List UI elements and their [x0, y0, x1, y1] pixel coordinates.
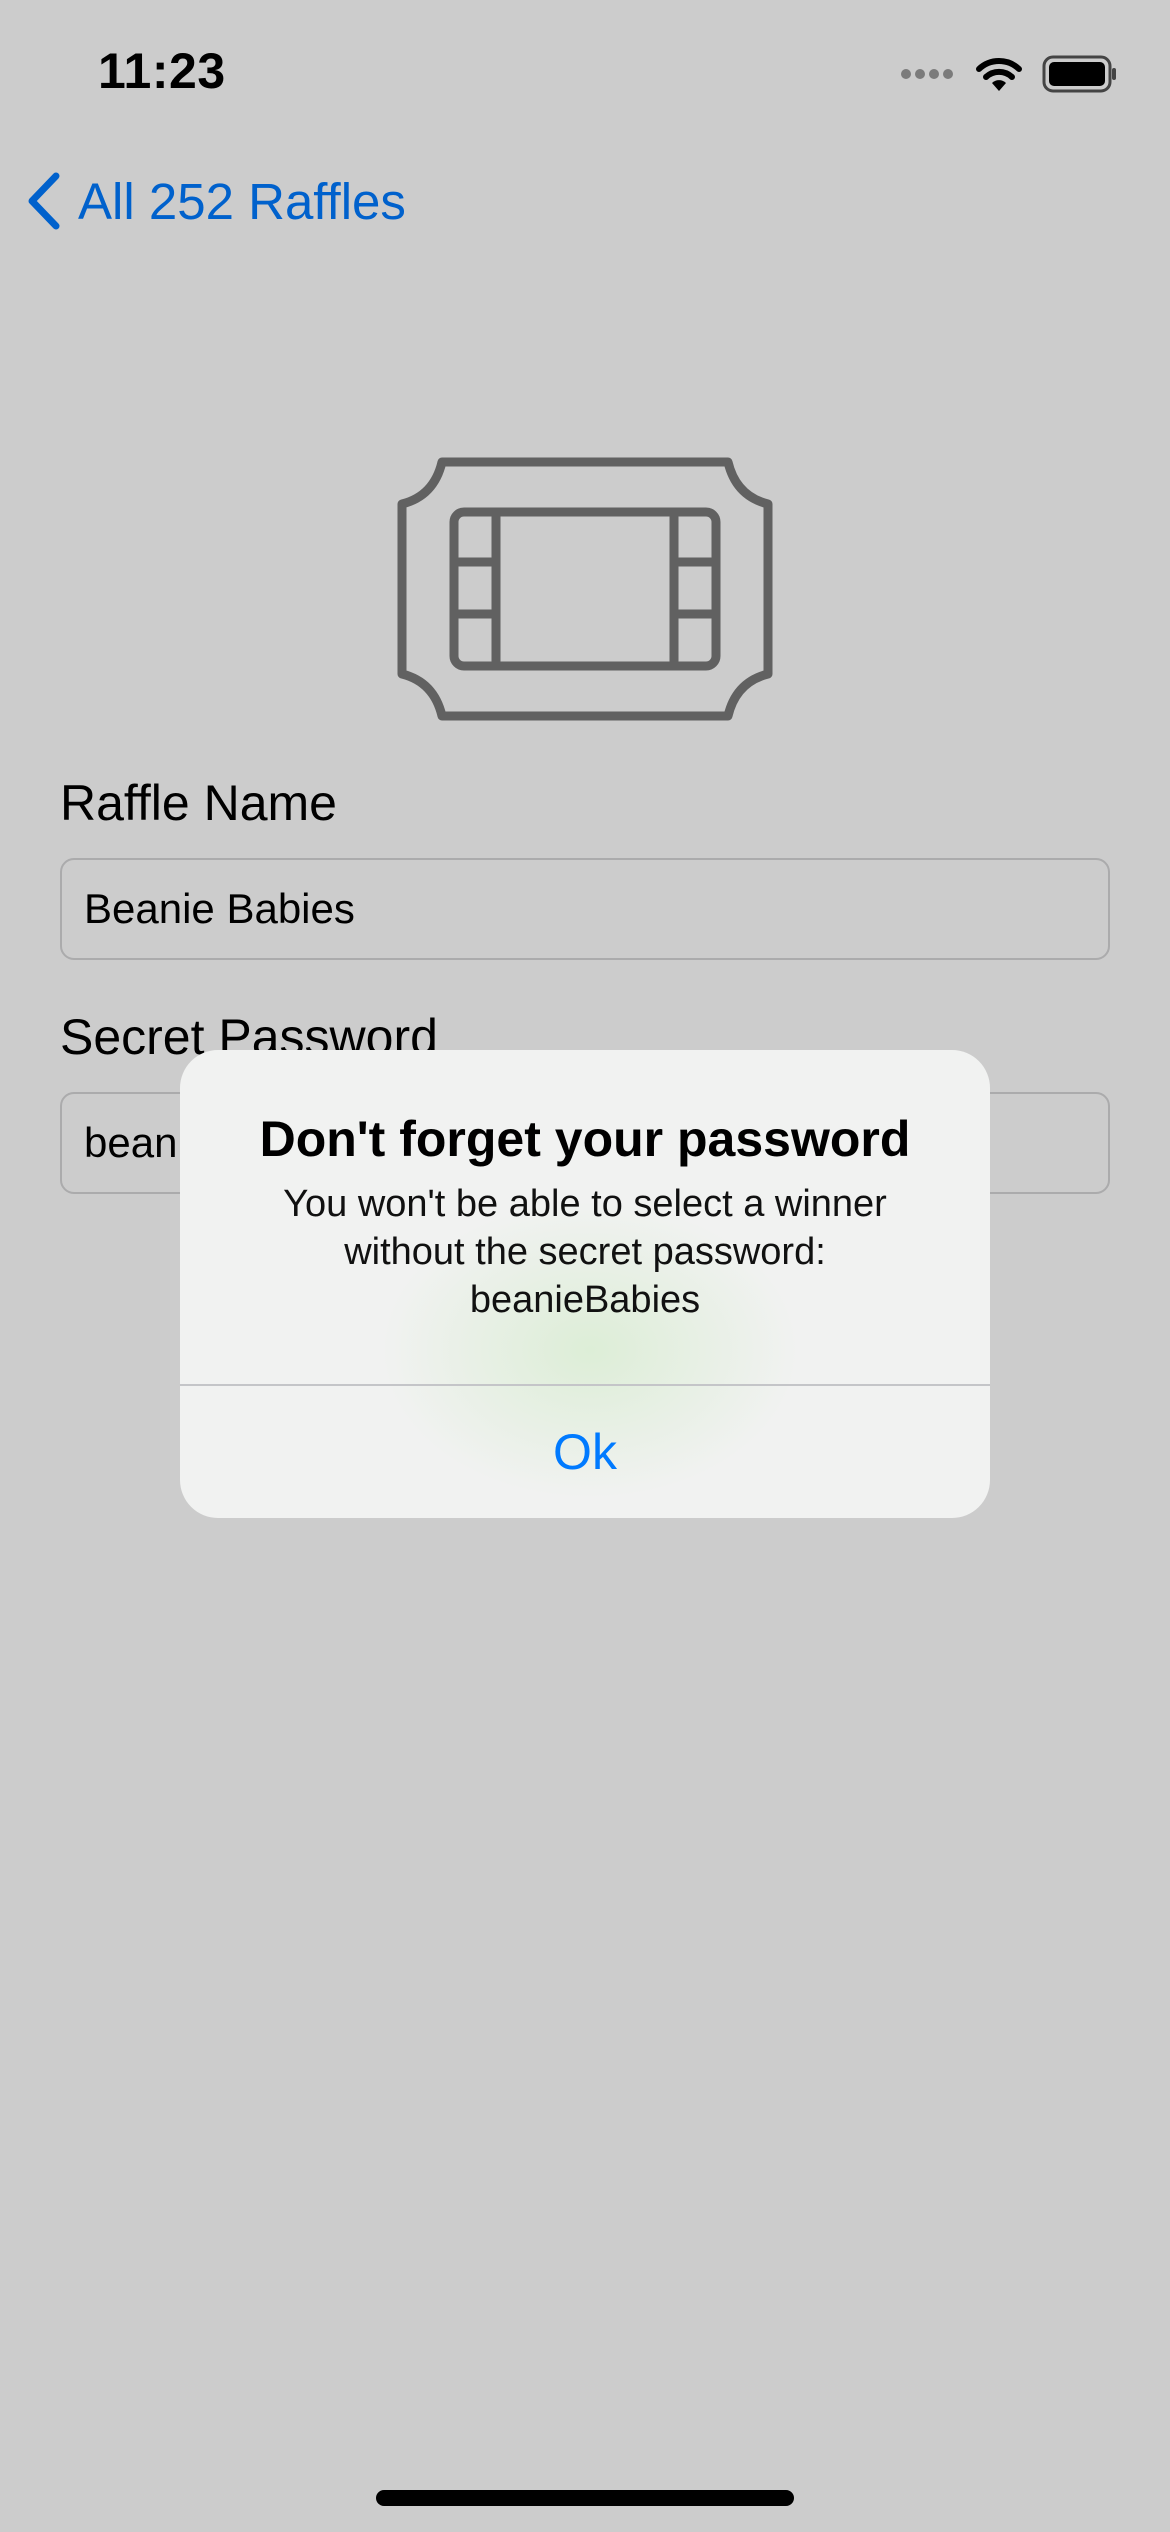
alert-message: You won't be able to select a winner wit…	[220, 1180, 950, 1324]
alert-title: Don't forget your password	[259, 1111, 911, 1167]
alert-message-line: You won't be able to select a winner	[283, 1183, 887, 1225]
password-alert-dialog: Don't forget your password You won't be …	[180, 1050, 990, 1518]
alert-ok-button[interactable]: Ok	[180, 1386, 990, 1518]
alert-message-line: without the secret password:	[344, 1231, 826, 1273]
alert-message-password: beanieBabies	[469, 1279, 701, 1321]
home-indicator[interactable]	[376, 2490, 794, 2506]
